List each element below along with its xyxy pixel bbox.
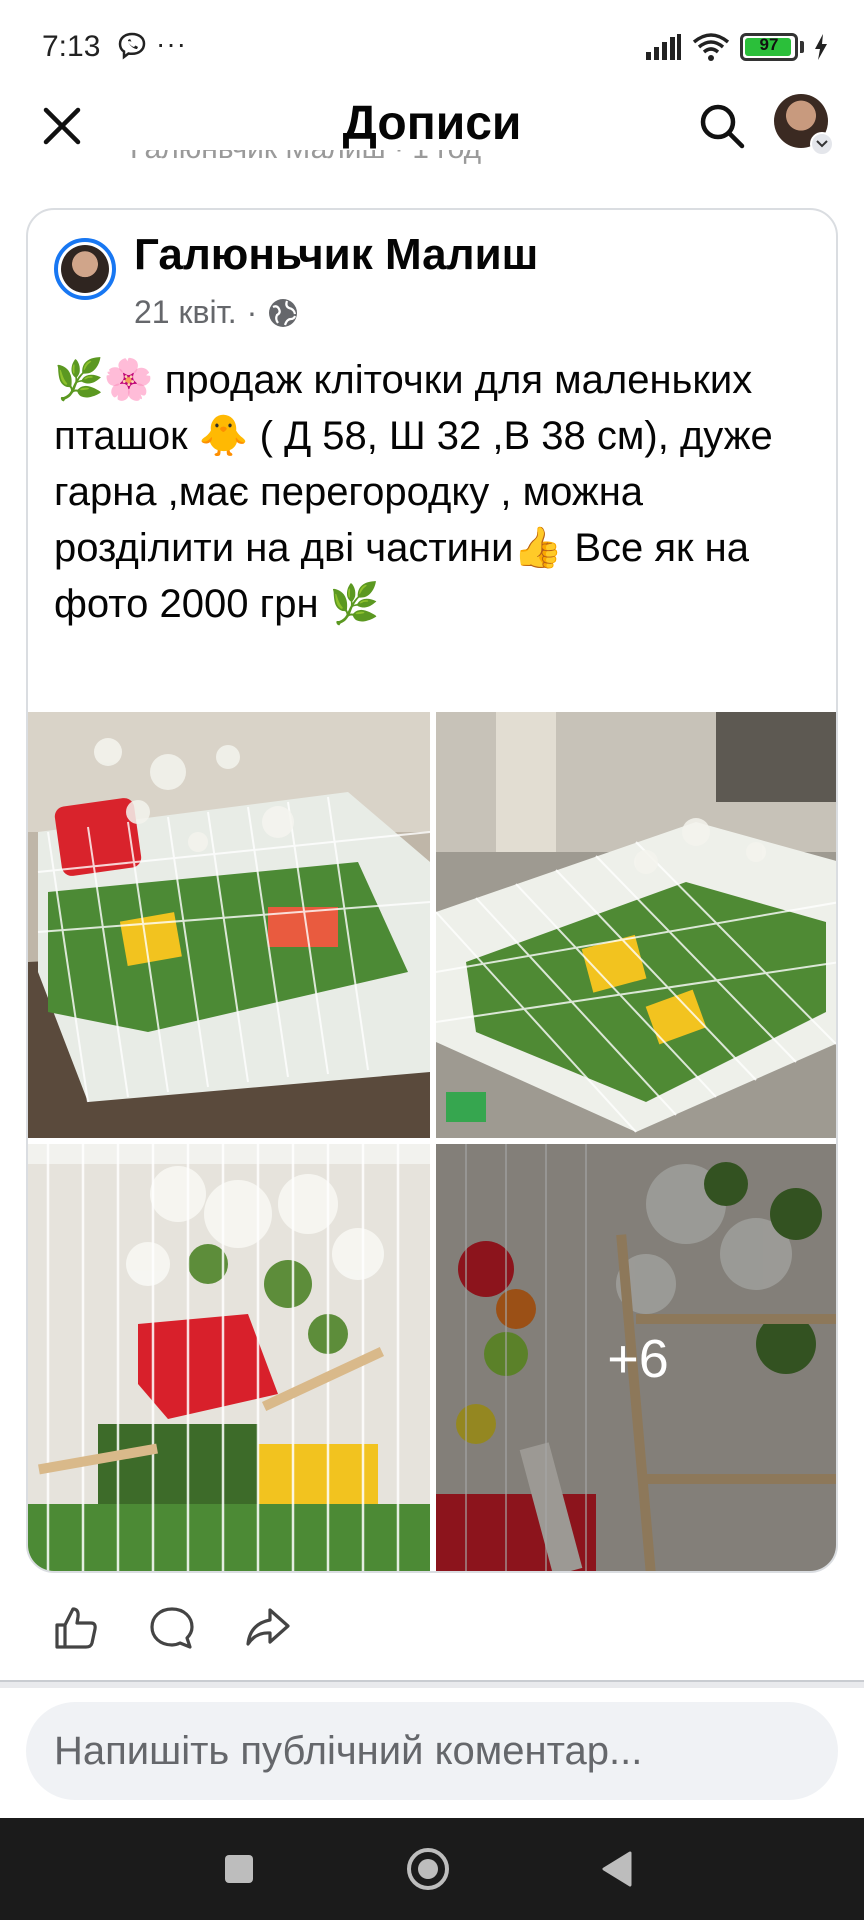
more-notifications-icon: ··· [156,28,187,59]
more-photos-overlay[interactable]: +6 [436,1144,836,1571]
post-photo-1[interactable] [28,712,430,1138]
circle-icon [407,1848,449,1890]
author-avatar[interactable] [54,238,116,300]
search-icon [700,104,745,149]
chevron-down-icon [810,132,834,156]
comment-placeholder: Напишіть публічний коментар... [54,1728,643,1773]
battery-icon: 97 [740,33,798,61]
status-icons: 97 [646,30,828,64]
post-actions [0,1592,864,1662]
post-card: Галюньчик Малиш 21 квіт. · 🌿🌸 продаж клі… [26,208,838,1573]
post-photo-2[interactable] [436,712,836,1138]
chick-emoji: 🐥 [198,413,249,459]
comment-button[interactable] [144,1600,200,1656]
avatar [61,245,109,293]
charging-icon [815,34,827,60]
post-photo-3[interactable] [28,1144,430,1571]
like-button[interactable] [48,1600,104,1656]
more-photos-count: +6 [607,1329,669,1389]
status-bar: 7:13 ··· 97 [0,0,864,96]
leaf-flower-emoji: 🌿🌸 [54,357,154,403]
viber-icon [116,30,148,62]
wifi-icon [692,33,730,61]
post-date[interactable]: 21 квіт. [134,294,237,331]
share-button[interactable] [240,1600,296,1656]
post-photo-4-more[interactable]: +6 [436,1144,836,1571]
globe-icon [269,298,298,327]
battery-level: 97 [759,35,779,54]
share-icon [246,1608,290,1646]
post-text: 🌿🌸 продаж кліточки для маленьких пташок … [54,352,824,632]
search-button[interactable] [694,98,750,154]
divider [0,1680,864,1688]
previous-post-text: Галюньчик Малиш · 1 год [130,150,630,166]
back-button[interactable] [592,1844,642,1894]
system-nav-bar [0,1818,864,1920]
profile-menu-button[interactable] [774,94,834,156]
home-button[interactable] [403,1844,453,1894]
like-icon [55,1607,97,1649]
status-time: 7:13 [42,30,101,63]
thumbs-up-emoji: 👍 [513,525,564,571]
square-icon [225,1855,253,1883]
photo-grid: +6 [28,712,836,1571]
triangle-back-icon [602,1851,632,1887]
author-name[interactable]: Галюньчик Малиш [134,230,538,280]
recents-button[interactable] [214,1844,264,1894]
comment-input[interactable]: Напишіть публічний коментар... [26,1702,838,1800]
signal-icon [646,34,681,60]
post-meta: 21 квіт. · [134,294,299,331]
previous-post-fragment: Галюньчик Малиш · 1 год [130,150,630,172]
battery-nub [800,41,804,53]
leaf-emoji: 🌿 [329,581,380,627]
comment-icon [150,1607,194,1649]
meta-separator: · [246,294,258,330]
